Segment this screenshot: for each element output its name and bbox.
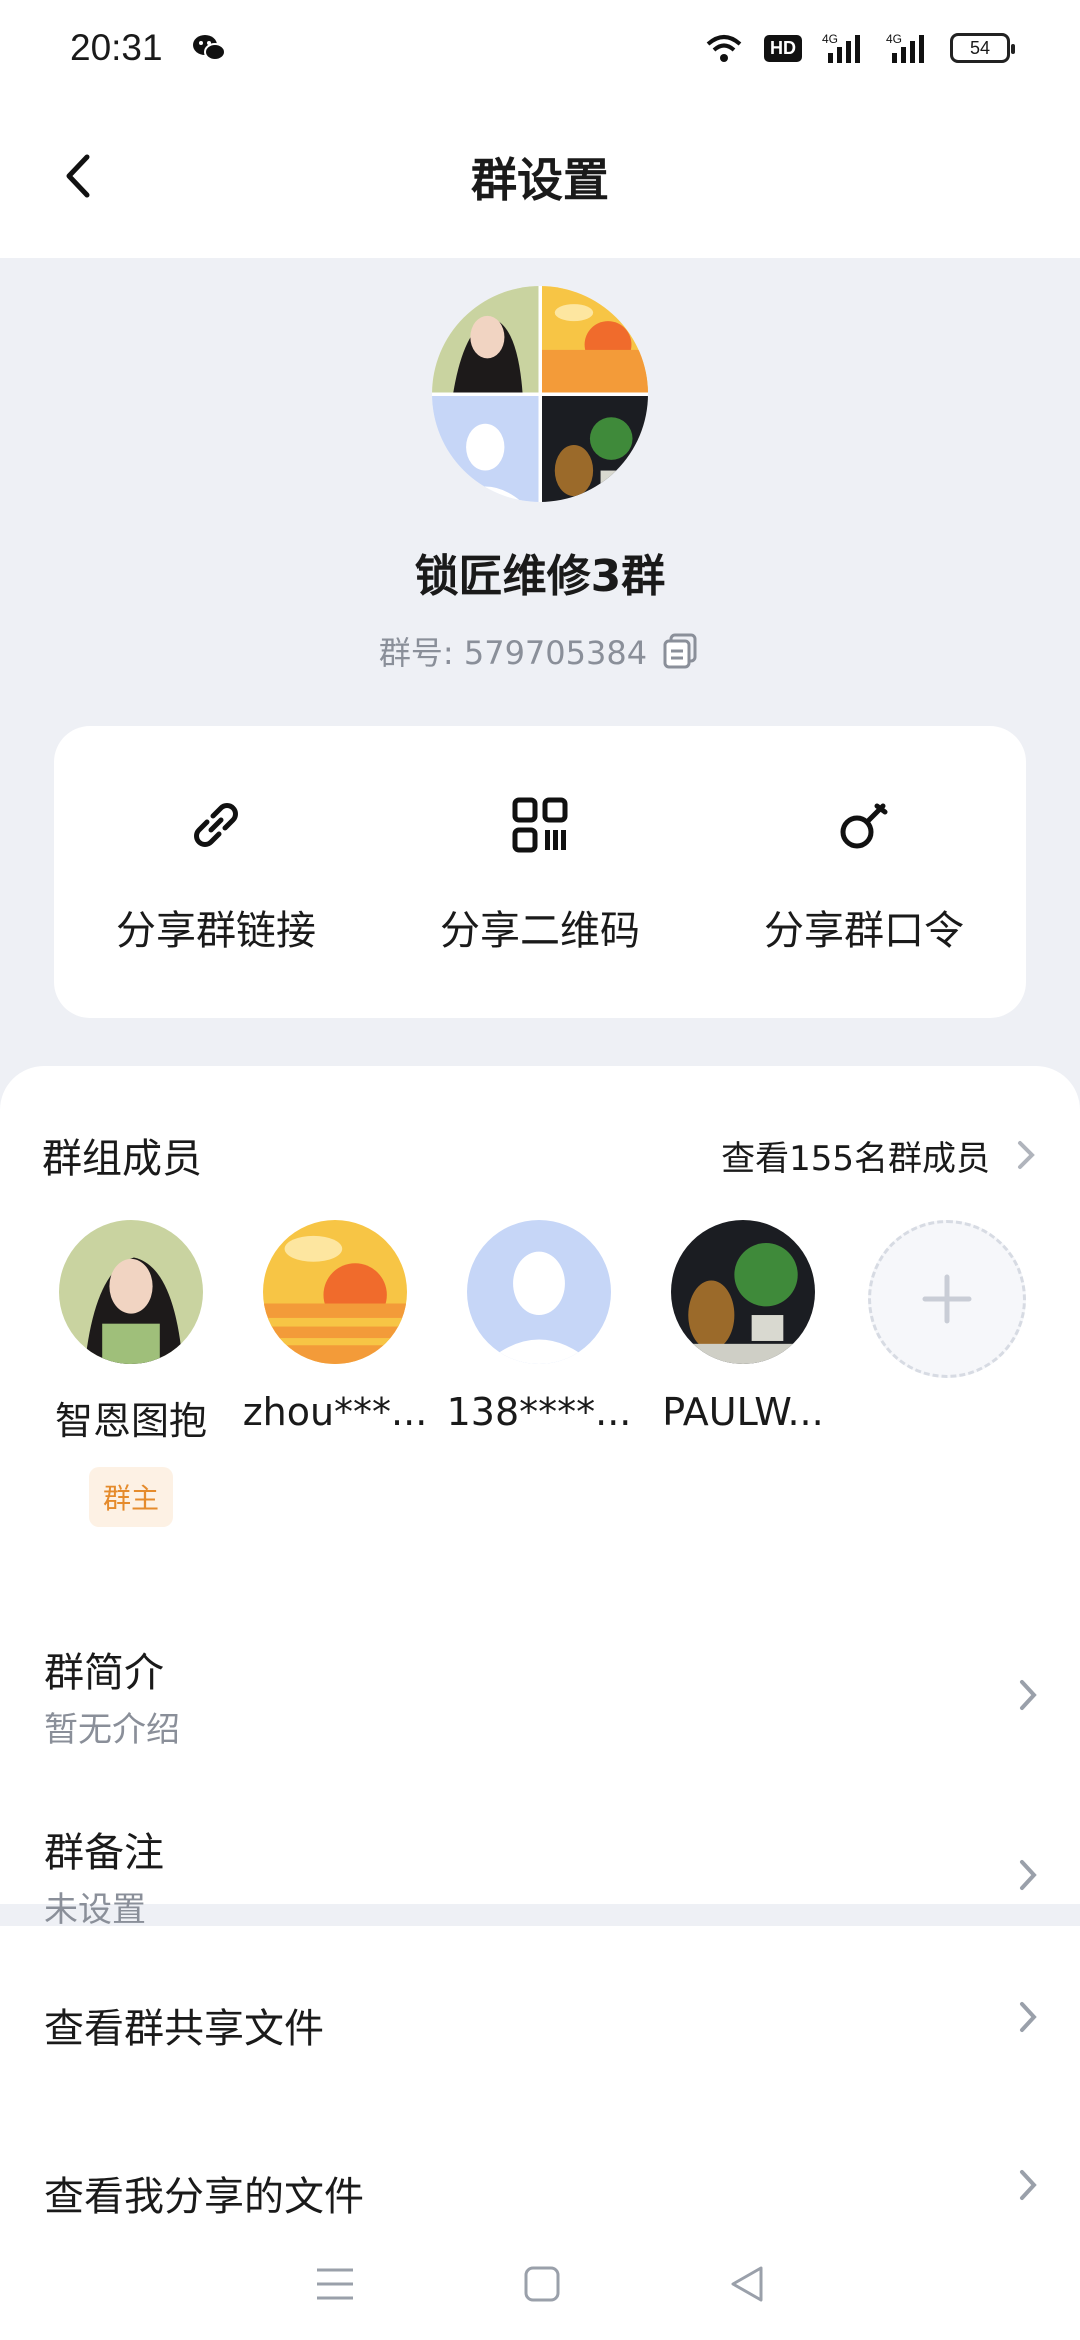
back-nav-icon[interactable]	[727, 2264, 767, 2304]
member-item[interactable]: zhou***...	[240, 1220, 430, 1434]
group-id-row: 群号: 579705384	[0, 628, 1080, 674]
share-qrcode-label: 分享二维码	[440, 908, 640, 954]
members-panel: 群组成员 查看155名群成员 智恩图抱 群主 zhou***... 138***…	[0, 1066, 1080, 1930]
svg-text:4G: 4G	[886, 32, 902, 46]
member-name: zhou***...	[242, 1390, 428, 1434]
shared-files-label: 查看群共享文件	[44, 2006, 324, 2052]
group-avatar[interactable]	[432, 286, 648, 502]
view-all-members-label: 查看155名群成员	[721, 1138, 990, 1179]
menu-icon[interactable]	[313, 2264, 357, 2304]
share-qrcode-button[interactable]: 分享二维码	[378, 726, 702, 1018]
plant-avatar	[541, 395, 648, 502]
share-password-button[interactable]: 分享群口令	[702, 726, 1026, 1018]
group-intro-value: 暂无介绍	[44, 1710, 180, 1750]
sunset-avatar	[541, 286, 648, 393]
system-navbar	[0, 2228, 1080, 2340]
members-title: 群组成员	[42, 1136, 202, 1182]
member-item[interactable]: 智恩图抱 群主	[36, 1220, 226, 1527]
battery-indicator: 54	[950, 33, 1015, 63]
view-all-members-link[interactable]: 查看155名群成员	[721, 1131, 1038, 1180]
default-avatar	[467, 1220, 611, 1364]
signal-icon: 4G	[886, 32, 924, 63]
member-avatar	[671, 1220, 815, 1364]
member-avatar	[59, 1220, 203, 1364]
status-bar: 20:31 HD 4G 4G 54	[0, 0, 1080, 96]
shared-files-row[interactable]: 查看群共享文件	[0, 1986, 1080, 2096]
group-intro-label: 群简介	[44, 1650, 164, 1696]
share-link-label: 分享群链接	[116, 908, 316, 954]
status-time: 20:31	[70, 27, 163, 68]
plus-icon	[922, 1274, 972, 1324]
member-name: 智恩图抱	[54, 1399, 207, 1443]
page-title: 群设置	[471, 153, 609, 207]
status-right: HD 4G 4G 54	[704, 31, 1015, 65]
member-name: PAULW...	[662, 1390, 824, 1434]
default-avatar	[432, 395, 539, 502]
signal-icon: 4G	[822, 32, 860, 63]
chevron-right-icon	[1020, 2170, 1037, 2200]
wifi-icon	[706, 35, 742, 62]
chevron-right-icon	[1020, 2002, 1037, 2032]
link-icon	[194, 803, 238, 847]
hd-badge: HD	[764, 34, 802, 62]
share-link-button[interactable]: 分享群链接	[54, 726, 378, 1018]
member-avatar-photo	[432, 286, 539, 393]
wechat-icon	[192, 35, 226, 61]
key-icon	[840, 803, 888, 849]
member-item[interactable]: 138****...	[444, 1220, 634, 1434]
chevron-left-icon	[66, 154, 90, 198]
share-password-label: 分享群口令	[764, 908, 964, 954]
group-name: 锁匠维修3群	[414, 551, 666, 602]
owner-badge: 群主	[88, 1467, 173, 1527]
qrcode-icon	[512, 797, 568, 853]
group-remark-value: 未设置	[44, 1890, 146, 1930]
chevron-right-icon	[1020, 1860, 1037, 1890]
svg-text:4G: 4G	[822, 32, 838, 46]
member-avatar	[263, 1220, 407, 1364]
chevron-right-icon	[1020, 1680, 1037, 1710]
copy-icon[interactable]	[661, 631, 701, 671]
members-header: 群组成员 查看155名群成员	[42, 1126, 1038, 1184]
back-button[interactable]	[48, 146, 108, 206]
group-id: 群号: 579705384	[378, 634, 648, 672]
share-card: 分享群链接 分享二维码 分享群口令	[54, 726, 1026, 1018]
home-icon[interactable]	[522, 2264, 562, 2304]
group-remark-label: 群备注	[44, 1830, 164, 1876]
my-files-label: 查看我分享的文件	[44, 2174, 364, 2220]
chevron-right-icon	[1018, 1141, 1035, 1169]
add-member-button[interactable]	[868, 1220, 1026, 1378]
member-item[interactable]: PAULW...	[648, 1220, 838, 1434]
group-intro-row[interactable]: 群简介 暂无介绍	[0, 1626, 1080, 1776]
member-name: 138****...	[446, 1390, 632, 1434]
top-navbar: 群设置	[0, 96, 1080, 258]
